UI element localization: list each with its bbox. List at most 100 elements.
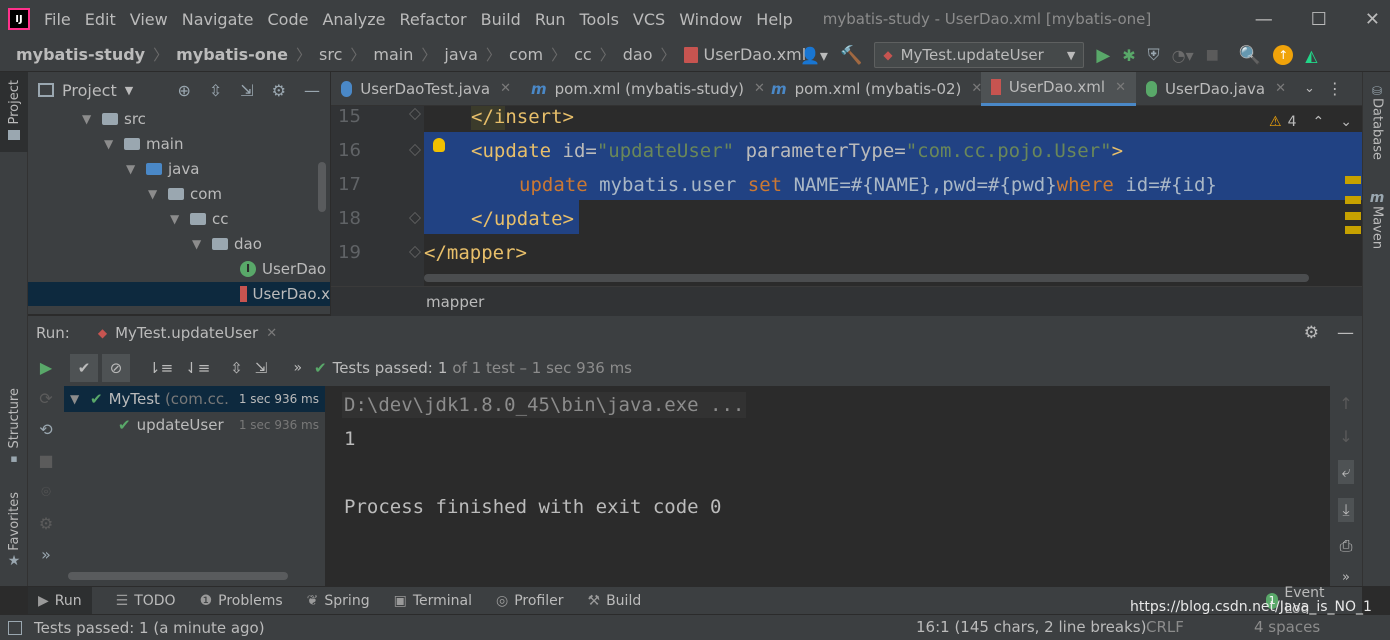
scroll-to-end-icon[interactable]: ⤓: [1338, 498, 1354, 522]
run-config-dropdown[interactable]: ◆ MyTest.updateUser ▼: [874, 42, 1085, 68]
breadcrumb-dao[interactable]: dao: [623, 45, 653, 64]
tab-pom-mybatis-study[interactable]: m pom.xml (mybatis-study) ✕: [521, 72, 765, 106]
hide-icon[interactable]: —: [1337, 323, 1354, 343]
tree-item-userdao-xml[interactable]: UserDao.x: [28, 282, 330, 306]
sort-duration-icon[interactable]: ⇃≡: [185, 359, 210, 377]
run-tab-label[interactable]: MyTest.updateUser: [115, 324, 258, 342]
database-tool-button[interactable]: ⛁ Database: [1363, 84, 1390, 184]
arrow-up-icon[interactable]: ↑: [1339, 394, 1352, 413]
menu-build[interactable]: Build: [481, 10, 521, 29]
menu-navigate[interactable]: Navigate: [182, 10, 254, 29]
tab-profiler[interactable]: ◎ Profiler: [496, 593, 564, 609]
camera-icon[interactable]: ⌾: [41, 482, 51, 502]
caret-position[interactable]: 16:1 (145 chars, 2 line breaks): [916, 618, 1146, 636]
breadcrumb-src[interactable]: src: [319, 45, 342, 64]
jetbrains-toolbox-icon[interactable]: ◭: [1305, 46, 1317, 65]
arrow-down-icon[interactable]: ↓: [1339, 427, 1352, 446]
menu-help[interactable]: Help: [756, 10, 792, 29]
gear-icon[interactable]: ⚙: [272, 81, 286, 100]
coverage-icon[interactable]: ⛨: [1148, 45, 1160, 65]
settings-icon[interactable]: ⚙: [39, 514, 53, 533]
stop-icon[interactable]: ■: [1206, 47, 1219, 63]
tab-build[interactable]: ⚒ Build: [588, 593, 642, 609]
hide-icon[interactable]: —: [304, 81, 320, 100]
more-icon[interactable]: ⋮: [1327, 79, 1343, 98]
close-icon[interactable]: ✕: [1275, 81, 1286, 96]
menu-edit[interactable]: Edit: [85, 10, 116, 29]
breadcrumb-project[interactable]: mybatis-study: [16, 45, 145, 64]
tab-pom-mybatis-02[interactable]: m pom.xml (mybatis-02) ✕: [761, 72, 982, 106]
rerun-failed-icon[interactable]: ⟳: [39, 389, 52, 408]
project-tool-button[interactable]: Project: [0, 72, 28, 152]
menu-code[interactable]: Code: [268, 10, 309, 29]
lightbulb-icon[interactable]: [433, 138, 445, 152]
toggle-auto-test-icon[interactable]: ⟲: [39, 420, 52, 439]
previous-highlight-icon[interactable]: ⌃: [1313, 114, 1325, 130]
maximize-button[interactable]: ☐: [1311, 9, 1327, 30]
menu-analyze[interactable]: Analyze: [322, 10, 385, 29]
collapse-all-icon[interactable]: ⇲: [240, 81, 253, 100]
breadcrumb-cc[interactable]: cc: [574, 45, 592, 64]
project-panel-title[interactable]: Project: [62, 81, 117, 100]
tree-item-java[interactable]: ▼ java: [126, 157, 199, 181]
tab-userdaotest-java[interactable]: UserDaoTest.java ✕: [331, 72, 521, 106]
gear-icon[interactable]: ⚙: [1304, 323, 1319, 343]
menu-refactor[interactable]: Refactor: [400, 10, 467, 29]
sort-alpha-icon[interactable]: ⇂≡: [148, 359, 173, 377]
build-hammer-icon[interactable]: 🔨: [840, 45, 862, 66]
menu-vcs[interactable]: VCS: [633, 10, 665, 29]
chevron-down-icon[interactable]: ▼: [125, 84, 133, 97]
collapse-all-icon[interactable]: ⇲: [255, 359, 268, 377]
tab-run[interactable]: ▶ Run: [28, 587, 92, 614]
more-icon[interactable]: »: [1342, 570, 1350, 585]
fold-marker-icon[interactable]: [409, 246, 421, 258]
close-icon[interactable]: ✕: [500, 81, 511, 96]
tree-item-src[interactable]: ▼ src: [82, 107, 146, 131]
next-highlight-icon[interactable]: ⌄: [1340, 114, 1352, 130]
maven-tool-button[interactable]: m Maven: [1363, 190, 1390, 270]
update-icon[interactable]: ↑: [1273, 45, 1294, 65]
tab-terminal[interactable]: ▣ Terminal: [394, 593, 472, 609]
menu-tools[interactable]: Tools: [580, 10, 619, 29]
run-icon[interactable]: ▶: [1096, 45, 1110, 66]
close-button[interactable]: ✕: [1365, 9, 1380, 30]
status-toggle-icon[interactable]: [8, 620, 22, 635]
menu-view[interactable]: View: [130, 10, 168, 29]
line-separator[interactable]: CRLF: [1146, 618, 1184, 636]
print-icon[interactable]: ⎙: [1340, 536, 1353, 556]
tree-item-cc[interactable]: ▼ cc: [170, 207, 229, 231]
test-suite-row[interactable]: ▼ ✔ MyTest (com.cc. 1 sec 936 ms: [64, 386, 325, 412]
minimize-button[interactable]: —: [1255, 9, 1273, 30]
breadcrumb-main[interactable]: main: [373, 45, 413, 64]
show-passed-toggle[interactable]: ✔: [70, 354, 98, 382]
breadcrumb-mapper[interactable]: mapper: [426, 293, 484, 311]
rerun-icon[interactable]: ▶: [40, 358, 52, 377]
close-icon[interactable]: ✕: [1115, 80, 1126, 95]
structure-tool-button[interactable]: Structure ▪: [0, 388, 28, 468]
debug-icon[interactable]: ✱: [1122, 46, 1135, 65]
fold-marker-icon[interactable]: [409, 212, 421, 224]
code-editor[interactable]: 15 16 17 18 19 </insert> <update id="upd…: [331, 106, 1362, 286]
tab-userdao-java[interactable]: UserDao.java ✕: [1136, 72, 1296, 106]
tree-scrollbar[interactable]: [318, 162, 326, 212]
tree-item-com[interactable]: ▼ com: [148, 182, 222, 206]
tree-item-userdao-interface[interactable]: I UserDao: [240, 257, 326, 281]
fold-marker-icon[interactable]: [409, 144, 421, 156]
tree-item-main[interactable]: ▼ main: [104, 132, 183, 156]
tab-userdao-xml[interactable]: UserDao.xml ✕: [981, 71, 1136, 106]
show-ignored-toggle[interactable]: ⊘: [102, 354, 130, 382]
menu-file[interactable]: File: [44, 10, 71, 29]
soft-wrap-icon[interactable]: ⤶: [1337, 460, 1355, 484]
menu-run[interactable]: Run: [535, 10, 566, 29]
indent-setting[interactable]: 4 spaces: [1254, 618, 1320, 636]
more-icon[interactable]: »: [293, 360, 302, 376]
console-output[interactable]: D:\dev\jdk1.8.0_45\bin\java.exe ... 1 Pr…: [326, 386, 1330, 586]
chevron-down-icon[interactable]: ⌄: [1304, 81, 1315, 96]
favorites-tool-button[interactable]: Favorites ★: [0, 492, 28, 574]
horizontal-scrollbar[interactable]: [424, 274, 1309, 282]
breadcrumb-file[interactable]: UserDao.xml: [704, 45, 807, 64]
expand-all-icon[interactable]: ⇳: [230, 359, 243, 377]
stop-icon[interactable]: ■: [38, 451, 53, 470]
tab-spring[interactable]: ❦ Spring: [307, 593, 370, 609]
expand-all-icon[interactable]: ⇳: [209, 81, 222, 100]
